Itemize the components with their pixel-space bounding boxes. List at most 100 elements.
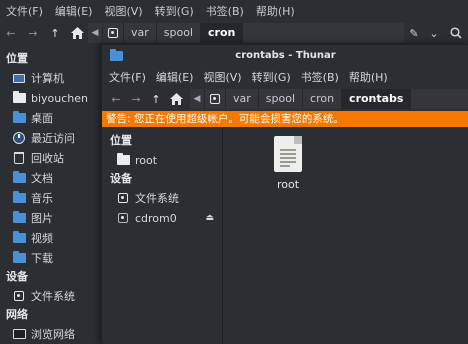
forward-arrow-icon[interactable]: →: [22, 22, 44, 44]
menu-go[interactable]: 转到(G): [149, 3, 200, 19]
pictures-folder-icon: [12, 211, 26, 223]
path-spool-button[interactable]: spool: [156, 23, 202, 43]
menu-edit[interactable]: 编辑(E): [49, 3, 99, 19]
path-cron-button[interactable]: cron: [201, 23, 244, 43]
eject-icon[interactable]: ⏏: [205, 213, 214, 223]
menu-bookmarks[interactable]: 书签(B): [200, 3, 250, 19]
menu-help[interactable]: 帮助(H): [250, 3, 301, 19]
places-heading: 位置: [6, 52, 28, 65]
filesystem-icon: [210, 94, 220, 104]
superuser-warning-bar: 警告: 您正在使用超级帐户。可能会损害您的系统。: [102, 111, 468, 127]
front-window: crontabs - Thunar 文件(F) 编辑(E) 视图(V) 转到(G…: [101, 44, 468, 344]
sidebar-item-label: 最近访问: [31, 132, 75, 145]
path-root-button[interactable]: [103, 23, 124, 43]
sidebar-item-browse-network[interactable]: 浏览网络: [0, 324, 102, 344]
path-crontabs-button[interactable]: crontabs: [342, 89, 412, 109]
sidebar-item-label: 文件系统: [135, 192, 179, 205]
sidebar-item-label: 计算机: [31, 72, 64, 85]
desktop-folder-icon: [12, 111, 26, 123]
window-title: crontabs - Thunar: [235, 50, 336, 61]
home-icon[interactable]: [66, 22, 88, 44]
front-toolbar: ← → ↑ ◀ var spool cron crontabs: [102, 87, 468, 111]
sidebar-item-pictures[interactable]: 图片: [0, 208, 102, 228]
front-menubar: 文件(F) 编辑(E) 视图(V) 转到(G) 书签(B) 帮助(H): [102, 67, 468, 87]
up-arrow-icon[interactable]: ↑: [44, 22, 66, 44]
sidebar-item-label: 视频: [31, 232, 53, 245]
front-body: 位置 root 设备 文件系统 cdrom0 ⏏ root: [102, 128, 468, 344]
sidebar-item-recent[interactable]: 最近访问: [0, 128, 102, 148]
sidebar-item-label: 下载: [31, 252, 53, 265]
search-icon[interactable]: [444, 22, 468, 44]
documents-folder-icon: [12, 171, 26, 183]
sidebar-item-downloads[interactable]: 下载: [0, 248, 102, 268]
sidebar-item-filesystem[interactable]: 文件系统: [0, 286, 102, 306]
sidebar-item-label: cdrom0: [135, 211, 177, 225]
path-cron-button[interactable]: cron: [303, 89, 343, 109]
home-icon[interactable]: [166, 88, 186, 110]
sidebar-item-filesystem[interactable]: 文件系统: [102, 188, 222, 208]
file-view: root: [223, 128, 468, 344]
sidebar-item-desktop[interactable]: 桌面: [0, 108, 102, 128]
path-var-button[interactable]: var: [124, 23, 157, 43]
up-arrow-icon[interactable]: ↑: [146, 88, 166, 110]
sidebar-item-cdrom[interactable]: cdrom0 ⏏: [102, 208, 222, 228]
menu-bookmarks[interactable]: 书签(B): [296, 69, 344, 85]
sidebar-item-label: biyouchen: [31, 91, 89, 105]
back-sidebar: 位置 计算机 biyouchen 桌面 最近访问 回收站 文档 音乐 图片 视频…: [0, 44, 102, 343]
sidebar-item-label: 浏览网络: [31, 328, 75, 341]
sidebar-item-label: 图片: [31, 212, 53, 225]
menu-view[interactable]: 视图(V): [198, 69, 246, 85]
devices-heading: 设备: [110, 172, 132, 185]
menu-file[interactable]: 文件(F): [104, 69, 151, 85]
path-root-button[interactable]: [205, 89, 226, 109]
menu-edit[interactable]: 编辑(E): [151, 69, 199, 85]
filesystem-icon: [118, 193, 128, 203]
back-arrow-icon[interactable]: ←: [0, 22, 22, 44]
computer-icon: [13, 73, 25, 83]
edit-path-icon[interactable]: ✎: [404, 22, 424, 44]
front-pathbar: ◀ var spool cron crontabs: [190, 89, 412, 109]
file-item[interactable]: root: [251, 136, 325, 191]
places-heading: 位置: [110, 134, 132, 147]
devices-heading: 设备: [6, 270, 28, 283]
path-var-button[interactable]: var: [226, 89, 259, 109]
sidebar-item-label: 音乐: [31, 192, 53, 205]
sidebar-item-documents[interactable]: 文档: [0, 168, 102, 188]
back-menubar: 文件(F) 编辑(E) 视图(V) 转到(G) 书签(B) 帮助(H): [0, 0, 468, 22]
back-path-empty: [243, 23, 404, 43]
chevron-down-icon[interactable]: ⌄: [424, 22, 444, 44]
sidebar-item-label: root: [135, 153, 158, 167]
sidebar-item-videos[interactable]: 视频: [0, 228, 102, 248]
text-file-icon: [274, 136, 302, 172]
home-folder-icon: [116, 153, 130, 165]
back-pathbar: ◀ var spool cron: [88, 23, 244, 43]
music-folder-icon: [12, 191, 26, 203]
path-scroll-left-icon[interactable]: ◀: [190, 89, 205, 109]
recent-icon: [13, 132, 25, 144]
sidebar-item-root-home[interactable]: root: [102, 150, 222, 170]
sidebar-item-label: 桌面: [31, 112, 53, 125]
menu-view[interactable]: 视图(V): [98, 3, 148, 19]
menu-go[interactable]: 转到(G): [247, 69, 296, 85]
sidebar-item-music[interactable]: 音乐: [0, 188, 102, 208]
front-path-empty: [411, 89, 468, 109]
menu-file[interactable]: 文件(F): [0, 3, 49, 19]
forward-arrow-icon[interactable]: →: [126, 88, 146, 110]
path-scroll-left-icon[interactable]: ◀: [88, 23, 103, 43]
cdrom-icon: [118, 213, 128, 223]
menu-help[interactable]: 帮助(H): [344, 69, 393, 85]
sidebar-item-label: 文档: [31, 172, 53, 185]
sidebar-item-home[interactable]: biyouchen: [0, 88, 102, 108]
sidebar-item-label: 文件系统: [31, 290, 75, 303]
home-folder-icon: [12, 91, 26, 103]
sidebar-item-computer[interactable]: 计算机: [0, 68, 102, 88]
videos-folder-icon: [12, 231, 26, 243]
back-arrow-icon[interactable]: ←: [106, 88, 126, 110]
path-spool-button[interactable]: spool: [258, 89, 304, 109]
network-icon: [12, 329, 26, 339]
trash-icon: [14, 152, 24, 164]
downloads-folder-icon: [12, 251, 26, 263]
sidebar-item-trash[interactable]: 回收站: [0, 148, 102, 168]
file-name: root: [276, 178, 300, 191]
front-titlebar[interactable]: crontabs - Thunar: [102, 45, 468, 67]
